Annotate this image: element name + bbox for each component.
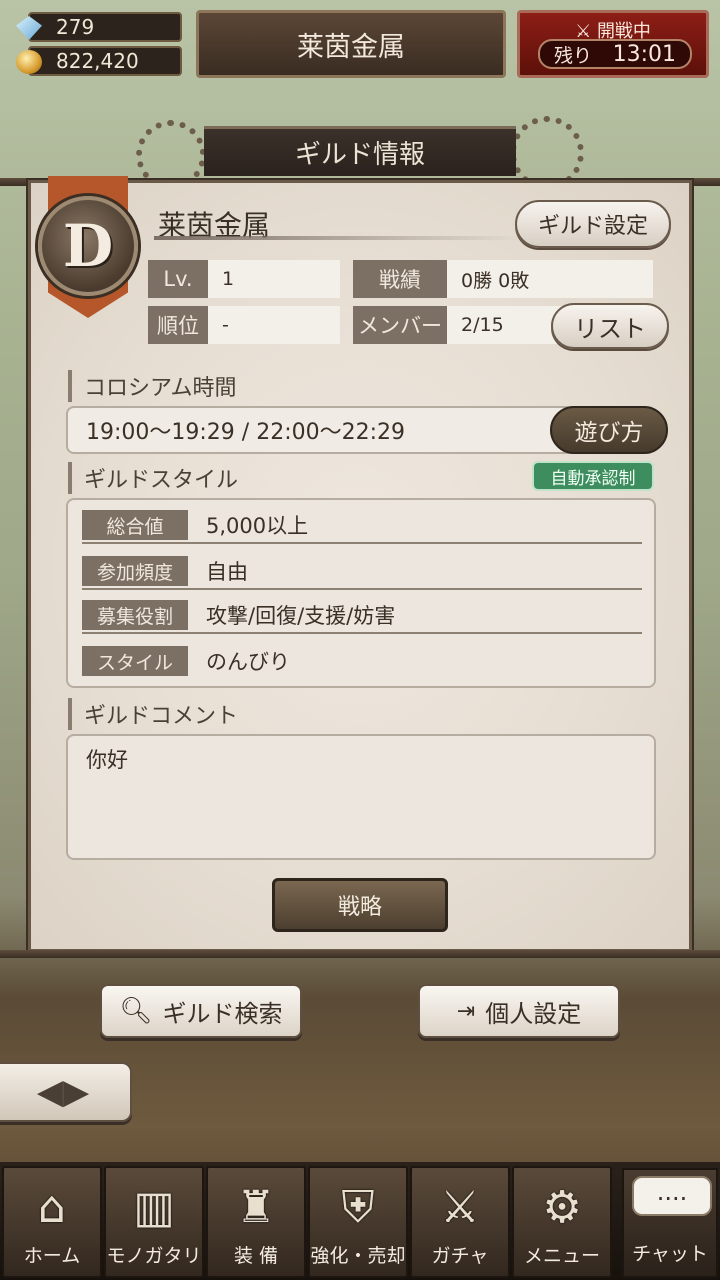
personal-settings-label: 個人設定: [485, 999, 582, 1028]
style-row-label: スタイル: [82, 646, 188, 676]
nav-label: 強化・売却: [310, 1245, 406, 1267]
name-underline: [154, 236, 524, 240]
nav-label: モノガタリ: [106, 1245, 202, 1267]
chat-bubble-icon: ....: [632, 1176, 712, 1216]
record-label: 戦績: [353, 260, 447, 298]
nav-item-story[interactable]: ▥ モノガタリ: [104, 1166, 204, 1278]
nav-item-home[interactable]: ⌂ ホーム: [2, 1166, 102, 1278]
colosseum-title: コロシアム時間: [68, 370, 236, 402]
rank-value: -: [208, 306, 340, 344]
style-row-value: のんびり: [206, 650, 290, 674]
back-arrow-icon: ◀▶: [36, 1072, 90, 1112]
auto-approval-badge: 自動承認制: [532, 461, 654, 491]
personal-settings-button[interactable]: ⇥ 個人設定: [418, 984, 620, 1038]
remaining-label: 残り: [554, 44, 593, 67]
arrow-to-bar-icon: ⇥: [456, 998, 476, 1024]
style-row-label: 参加頻度: [82, 556, 188, 586]
battle-status-panel[interactable]: ⚔ 開戦中 残り 13:01: [517, 10, 709, 78]
sword-icon: ⚔: [440, 1182, 480, 1233]
members-label: メンバー: [353, 306, 447, 344]
coin-counter: 822,420: [16, 46, 182, 76]
nav-item-equipment[interactable]: ♜ 装 備: [206, 1166, 306, 1278]
style-row: 募集役割 攻撃/回復/支援/妨害: [82, 592, 642, 634]
nav-item-menu[interactable]: ⚙ メニュー: [512, 1166, 612, 1278]
style-row: 総合値 5,000以上: [82, 502, 642, 544]
nav-label: ホーム: [23, 1245, 81, 1267]
guild-settings-button[interactable]: ギルド設定: [515, 200, 671, 248]
style-row-value: 攻撃/回復/支援/妨害: [206, 604, 396, 628]
guild-search-label: ギルド検索: [162, 999, 283, 1028]
record-value: 0勝 0敗: [447, 260, 653, 298]
nav-label: 装 備: [233, 1245, 279, 1267]
page-title: 莱茵金属: [196, 10, 506, 78]
chat-label: チャット: [632, 1243, 708, 1265]
remaining-time: 13:01: [612, 41, 676, 67]
guild-comment-title: ギルドコメント: [68, 698, 238, 730]
back-button[interactable]: ◀▶: [0, 1062, 132, 1122]
nav-label: メニュー: [523, 1245, 600, 1267]
chat-button[interactable]: .... チャット: [622, 1168, 718, 1278]
level-label: Lv.: [148, 260, 208, 298]
panel-header-text: ギルド情報: [294, 140, 425, 170]
book-icon: ▥: [133, 1182, 175, 1233]
style-row-label: 募集役割: [82, 600, 188, 630]
coin-count: 822,420: [56, 49, 139, 73]
guild-style-title: ギルドスタイル: [68, 462, 238, 494]
style-row: 参加頻度 自由: [82, 548, 642, 590]
guild-comment-text: 你好: [86, 748, 128, 772]
rank-label: 順位: [148, 306, 208, 344]
nav-item-enhance[interactable]: ⛨ 強化・売却: [308, 1166, 408, 1278]
strategy-button[interactable]: 戦略: [272, 878, 448, 932]
style-row-value: 5,000以上: [206, 514, 309, 538]
guild-rank-letter: D: [62, 212, 114, 280]
gem-icon: [16, 16, 42, 40]
nav-label: ガチャ: [431, 1245, 489, 1267]
page-title-text: 莱茵金属: [297, 31, 405, 63]
gem-count: 279: [56, 15, 95, 39]
guild-style-box: 総合値 5,000以上 参加頻度 自由 募集役割 攻撃/回復/支援/妨害 スタイ…: [66, 498, 656, 688]
panel-header: ギルド情報: [204, 126, 516, 176]
guild-search-button[interactable]: 🔍︎ ギルド検索: [100, 984, 302, 1038]
bottom-rod: [0, 950, 720, 958]
search-icon: 🔍︎: [119, 996, 153, 1026]
enhance-icon: ⛨: [341, 1182, 375, 1233]
level-value: 1: [208, 260, 340, 298]
home-icon: ⌂: [38, 1182, 66, 1233]
how-to-play-button[interactable]: 遊び方: [550, 406, 668, 454]
guild-comment-box: 你好: [66, 734, 656, 860]
battle-timer: 残り 13:01: [538, 39, 692, 69]
style-row: スタイル のんびり: [82, 638, 642, 680]
members-value: 2/15: [447, 306, 567, 344]
coin-icon: [16, 50, 42, 74]
equipment-icon: ♜: [236, 1182, 276, 1233]
guild-emblem: D: [38, 196, 138, 296]
member-list-button[interactable]: リスト: [551, 303, 669, 349]
nav-item-gacha[interactable]: ⚔ ガチャ: [410, 1166, 510, 1278]
colosseum-time-text: 19:00〜19:29 / 22:00〜22:29: [86, 420, 406, 445]
style-row-label: 総合値: [82, 510, 188, 540]
gem-counter: 279: [16, 12, 182, 42]
gear-icon: ⚙: [542, 1182, 582, 1233]
style-row-value: 自由: [206, 560, 248, 584]
